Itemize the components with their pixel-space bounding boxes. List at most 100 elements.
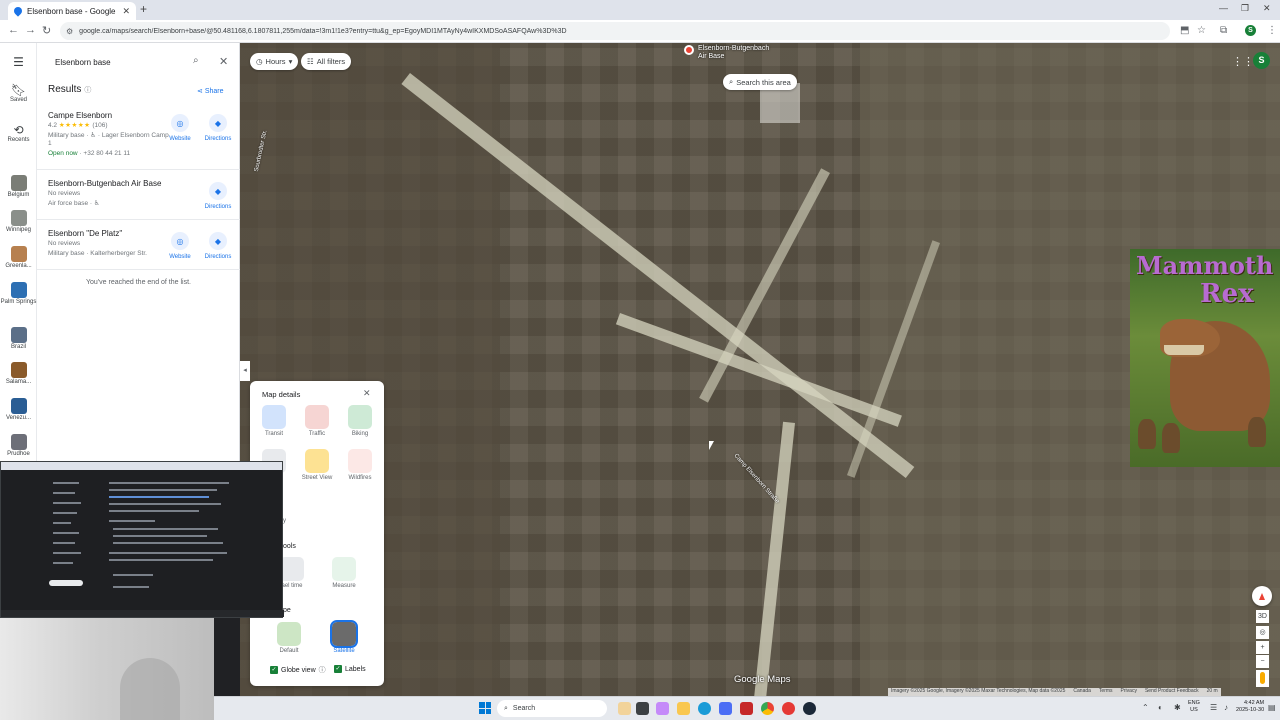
region-link[interactable]: Canada xyxy=(1073,688,1091,696)
rail-item-recent-place[interactable]: Prudhoe xyxy=(0,434,37,457)
scale-label[interactable]: 20 m xyxy=(1207,688,1218,696)
layer-biking[interactable]: Biking xyxy=(342,405,378,437)
extensions-icon[interactable]: ⧉ xyxy=(1220,25,1227,36)
layer-traffic[interactable]: Traffic xyxy=(299,405,335,437)
all-filters-chip[interactable]: ☷ All filters xyxy=(301,53,352,70)
bluetooth-icon[interactable]: ✱ xyxy=(1174,703,1181,712)
copilot-icon[interactable] xyxy=(656,702,669,715)
minimize-icon[interactable]: — xyxy=(1219,3,1228,13)
rail-item-recent-place[interactable]: Venezu... xyxy=(0,398,37,421)
system-clock[interactable]: 4:42 AM 2025-10-30 xyxy=(1236,700,1264,714)
rail-item-recent-place[interactable]: Palm Springs xyxy=(0,282,37,305)
search-input[interactable] xyxy=(55,57,180,67)
satellite-map[interactable]: ◷ Hours ▾ ☷ All filters ⌕ Search this area E… xyxy=(240,43,1280,696)
wifi-icon[interactable]: ☰ xyxy=(1210,703,1217,712)
pin-label[interactable]: Elsenborn-Butgenbach Air Base xyxy=(698,45,778,61)
close-icon[interactable]: ✕ xyxy=(363,388,371,399)
terms-link[interactable]: Terms xyxy=(1099,688,1113,696)
globe-view-checkbox[interactable]: ✓ Globe view ⓘ xyxy=(270,665,326,675)
clock-time: 4:42 AM xyxy=(1243,700,1265,706)
my-location-button[interactable]: ◎ xyxy=(1256,626,1269,639)
rail-item-saved[interactable]: 🔖︎ Saved xyxy=(0,83,37,103)
volume-icon[interactable]: ♪ xyxy=(1224,703,1228,712)
layer-wildfires[interactable]: Wildfires xyxy=(342,449,378,481)
search-icon[interactable]: ⌕ xyxy=(193,55,199,66)
bookmark-star-icon[interactable]: ☆ xyxy=(1197,25,1206,36)
rail-item-recent-place[interactable]: Salama... xyxy=(0,362,37,385)
review-count: (106) xyxy=(92,122,108,129)
layer-label: Street View xyxy=(301,475,333,481)
collapse-panel-button[interactable]: ◂ xyxy=(240,361,250,381)
help-icon[interactable]: ⓘ xyxy=(319,665,326,675)
compass-button[interactable] xyxy=(1252,586,1272,606)
map-type-default[interactable]: Default xyxy=(271,622,307,654)
store-icon[interactable] xyxy=(719,702,732,715)
back-icon[interactable]: ← xyxy=(8,24,19,36)
tool-measure[interactable]: Measure xyxy=(326,557,362,589)
feedback-link[interactable]: Send Product Feedback xyxy=(1145,688,1199,696)
google-apps-icon[interactable]: ⋮⋮ xyxy=(1232,55,1254,68)
rail-item-recents[interactable]: ⟲ Recents xyxy=(0,123,37,143)
chrome-icon[interactable] xyxy=(761,702,774,715)
zoom-out-button[interactable]: − xyxy=(1256,655,1269,668)
rail-item-recent-place[interactable]: Brazil xyxy=(0,327,37,350)
tab-google-maps[interactable]: Elsenborn base - Google Maps ✕ xyxy=(8,2,136,20)
taskbar-search[interactable]: ⌕ Search xyxy=(497,700,607,717)
directions-button[interactable]: ◆ Directions xyxy=(203,232,233,260)
widgets-icon[interactable] xyxy=(618,702,631,715)
street-view-pegman[interactable] xyxy=(1256,670,1269,687)
3d-toggle-button[interactable]: 3D xyxy=(1256,610,1269,623)
hours-filter-chip[interactable]: ◷ Hours ▾ xyxy=(250,53,299,70)
thumbnail-text-line xyxy=(109,510,199,512)
privacy-link[interactable]: Privacy xyxy=(1121,688,1137,696)
task-view-icon[interactable] xyxy=(636,702,649,715)
website-button[interactable]: ◎ Website xyxy=(165,114,195,142)
info-icon[interactable]: ⓘ xyxy=(84,87,91,94)
labels-checkbox[interactable]: ✓ Labels xyxy=(334,665,366,673)
reload-icon[interactable]: ↻ xyxy=(42,24,51,37)
steam-icon[interactable] xyxy=(803,702,816,715)
checkbox-label: Globe view xyxy=(281,666,316,674)
windows-start-icon[interactable] xyxy=(479,702,491,714)
place-thumbnail xyxy=(10,175,27,191)
share-button[interactable]: ⋖ Share xyxy=(197,87,224,95)
restore-icon[interactable]: ❐ xyxy=(1241,3,1249,14)
chevron-left-icon: ◂ xyxy=(243,367,247,374)
location-pin-icon[interactable] xyxy=(684,45,694,55)
browser-profile-avatar[interactable]: S xyxy=(1245,25,1256,36)
website-button[interactable]: ◎ Website xyxy=(165,232,195,260)
search-this-area-button[interactable]: ⌕ Search this area xyxy=(723,74,797,90)
app-icon[interactable] xyxy=(740,702,753,715)
rail-item-recent-place[interactable]: Greenla... xyxy=(0,246,37,269)
layer-transit[interactable]: Transit xyxy=(256,405,292,437)
rail-item-recent-place[interactable]: Belgium xyxy=(0,175,37,198)
rail-item-label: Venezu... xyxy=(5,415,32,421)
directions-button[interactable]: ◆ Directions xyxy=(203,114,233,142)
network-icon[interactable]: ◐ xyxy=(1158,703,1163,712)
zoom-in-button[interactable]: + xyxy=(1256,641,1269,654)
rail-item-recent-place[interactable]: Winnipeg xyxy=(0,210,37,233)
directions-button[interactable]: ◆ Directions xyxy=(203,182,233,210)
edge-icon[interactable] xyxy=(698,702,711,715)
install-icon[interactable]: ⬒ xyxy=(1180,25,1189,36)
account-avatar[interactable]: S xyxy=(1253,52,1270,69)
app-icon[interactable] xyxy=(782,702,795,715)
attribution-text: Imagery ©2025 Google, Imagery ©2025 Maxa… xyxy=(891,688,1066,694)
file-explorer-icon[interactable] xyxy=(677,702,690,715)
map-type-satellite[interactable]: Satellite xyxy=(326,620,362,654)
close-tab-icon[interactable]: ✕ xyxy=(122,6,130,17)
menu-button[interactable]: ☰ xyxy=(0,55,37,69)
close-window-icon[interactable]: ✕ xyxy=(1263,3,1271,14)
new-tab-button[interactable]: + xyxy=(140,2,147,16)
address-bar[interactable]: ⚙ google.ca/maps/search/Elsenborn+base/@… xyxy=(60,22,1170,40)
clear-search-icon[interactable]: ✕ xyxy=(219,55,228,68)
notification-icon[interactable]: ▤ xyxy=(1268,703,1276,712)
tools-heading: ools xyxy=(283,543,296,550)
site-info-icon[interactable]: ⚙ xyxy=(66,27,73,36)
forward-icon[interactable]: → xyxy=(25,24,36,36)
layer-street-view[interactable]: Street View xyxy=(299,449,335,481)
place-thumbnail xyxy=(10,398,27,414)
language-indicator[interactable]: ENG US xyxy=(1188,700,1200,714)
browser-menu-icon[interactable]: ⋮ xyxy=(1267,25,1277,36)
tray-chevron-icon[interactable]: ⌃ xyxy=(1142,703,1149,712)
